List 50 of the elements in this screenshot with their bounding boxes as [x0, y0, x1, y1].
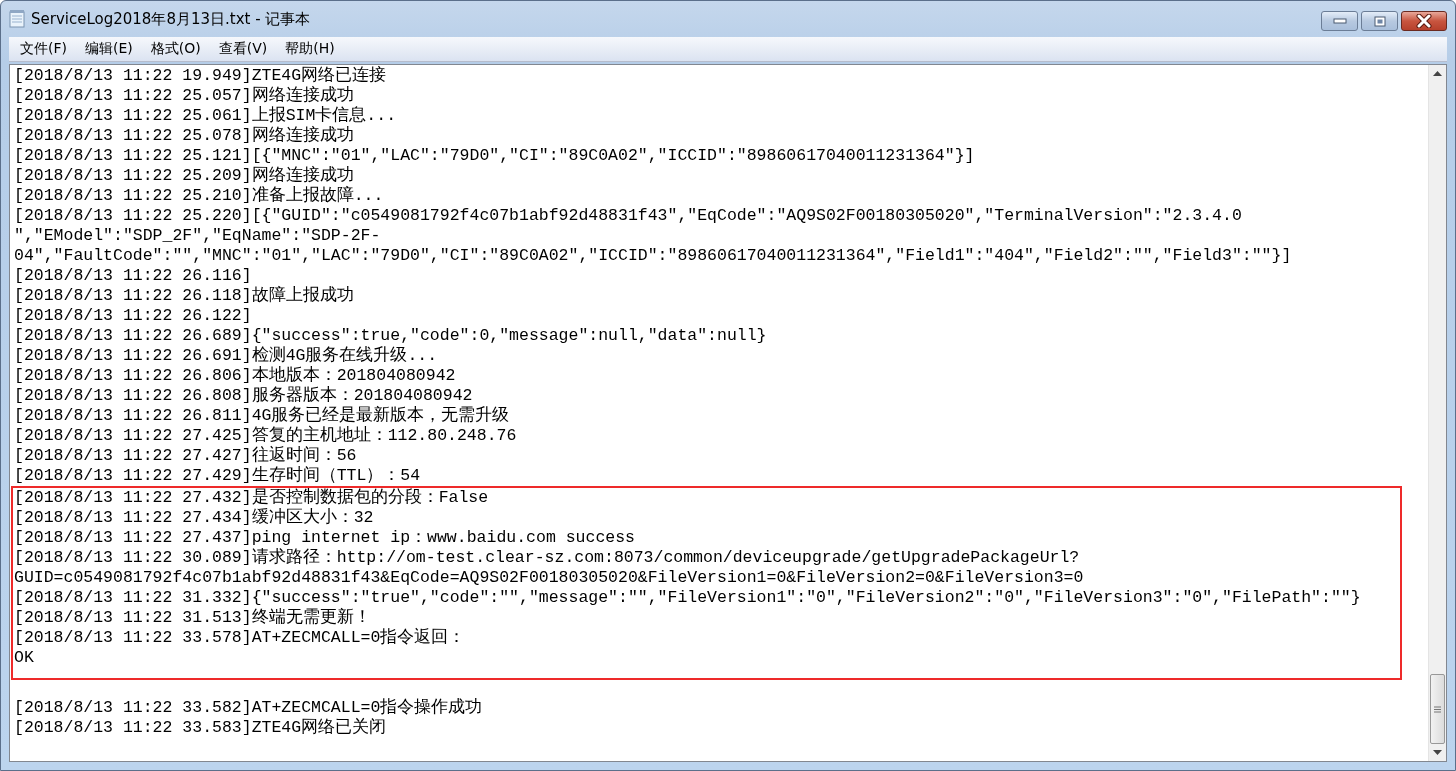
- notepad-icon: [9, 10, 25, 28]
- menu-item[interactable]: 文件(F): [11, 40, 76, 58]
- menu-item[interactable]: 帮助(H): [276, 40, 344, 58]
- log-line: [2018/8/13 11:22 25.078]网络连接成功: [14, 126, 355, 146]
- scroll-thumb[interactable]: [1430, 674, 1445, 744]
- log-line: [2018/8/13 11:22 26.122]: [14, 306, 253, 326]
- log-line: [2018/8/13 11:22 27.429]生存时间（TTL）：54: [14, 466, 422, 486]
- scroll-up-icon[interactable]: [1433, 71, 1442, 76]
- window-title: ServiceLog2018年8月13日.txt - 记事本: [31, 9, 312, 29]
- log-line: [2018/8/13 11:22 31.513]终端无需更新！: [14, 608, 372, 628]
- log-line: [2018/8/13 11:22 25.057]网络连接成功: [14, 86, 355, 106]
- log-line: ","EModel":"SDP_2F","EqName":"SDP-2F-: [14, 226, 382, 246]
- log-line: [2018/8/13 11:22 25.209]网络连接成功: [14, 166, 355, 186]
- log-line: [2018/8/13 11:22 27.432]是否控制数据包的分段：False: [14, 488, 490, 508]
- log-line: [2018/8/13 11:22 26.691]检测4G服务在线升级...: [14, 346, 439, 366]
- scroll-down-icon[interactable]: [1433, 750, 1442, 755]
- log-line: GUID=c0549081792f4c07b1abf92d48831f43&EqCode=AQ9S02F00180305020&FileVersion1=0&FileVersion2=0&FileVersion3=0: [14, 568, 1085, 588]
- close-button[interactable]: [1401, 11, 1447, 31]
- log-line: [2018/8/13 11:22 27.425]答复的主机地址：112.80.248.76: [14, 426, 518, 446]
- log-line: [2018/8/13 11:22 27.434]缓冲区大小：32: [14, 508, 375, 528]
- log-line: [2018/8/13 11:22 25.061]上报SIM卡信息...: [14, 106, 398, 126]
- log-line: [2018/8/13 11:22 33.583]ZTE4G网络已关闭: [14, 718, 388, 738]
- log-line: [2018/8/13 11:22 27.437]ping internet ip：www.baidu.com success: [14, 528, 636, 548]
- maximize-icon: [1373, 15, 1386, 27]
- log-line: OK: [14, 648, 35, 668]
- log-line: [2018/8/13 11:22 30.089]请求路径：http://om-test.clear-sz.com:8073/common/deviceupgrade/getUpgradePackageUrl?: [14, 548, 1081, 568]
- close-icon: [1416, 14, 1432, 28]
- log-line: [2018/8/13 11:22 33.578]AT+ZECMCALL=0指令返回：: [14, 628, 467, 648]
- log-line: [2018/8/13 11:22 26.808]服务器版本：201804080942: [14, 386, 474, 406]
- log-line: [2018/8/13 11:22 26.116]: [14, 266, 252, 286]
- log-line: [2018/8/13 11:22 33.582]AT+ZECMCALL=0指令操作成功: [14, 698, 484, 718]
- menu-item[interactable]: 查看(V): [209, 40, 277, 58]
- scrollbar[interactable]: [1428, 65, 1446, 761]
- log-line: [2018/8/13 11:22 26.811]4G服务已经是最新版本，无需升级: [14, 406, 511, 425]
- menu-item[interactable]: 编辑(E): [76, 40, 142, 58]
- log-line: [2018/8/13 11:22 25.121][{"MNC":"01","LAC":"79D0","CI":"89C0A02","ICCID":"89860617040011231364"}]: [14, 146, 976, 166]
- minimize-button[interactable]: [1321, 11, 1358, 31]
- log-line: 04","FaultCode":"","MNC":"01","LAC":"79D0","CI":"89C0A02","ICCID":"89860617040011231364","Field1":"404","Field2":"","Field3":""}]: [14, 246, 1293, 266]
- menu-item[interactable]: 格式(O): [141, 40, 210, 58]
- log-line: [2018/8/13 11:22 26.118]故障上报成功: [14, 286, 355, 306]
- log-line: [2018/8/13 11:22 25.220][{"GUID":"c0549081792f4c07b1abf92d48831f43","EqCode":"AQ9S02F00180305020","TerminalVersion":"2.3.4.0: [14, 206, 1243, 226]
- grip-icon: [1434, 705, 1441, 713]
- log-line: [2018/8/13 11:22 26.806]本地版本：201804080942: [14, 366, 457, 386]
- maximize-button[interactable]: [1361, 11, 1398, 31]
- log-line: [2018/8/13 11:22 26.689]{"success":true,"code":0,"message":null,"data":null}: [14, 326, 768, 346]
- log-line: [2018/8/13 11:22 25.210]准备上报故障...: [14, 186, 385, 206]
- log-line: [2018/8/13 11:22 31.332]{"success":"true","code":"","message":"","FileVersion1":"0","FileVersion2":"0","FileVersion3":"0","FilePath":""}: [14, 588, 1362, 608]
- log-line: [2018/8/13 11:22 19.949]ZTE4G网络已连接: [14, 66, 388, 86]
- minimize-icon: [1332, 18, 1347, 24]
- log-line: [2018/8/13 11:22 27.427]往返时间：56: [14, 446, 358, 466]
